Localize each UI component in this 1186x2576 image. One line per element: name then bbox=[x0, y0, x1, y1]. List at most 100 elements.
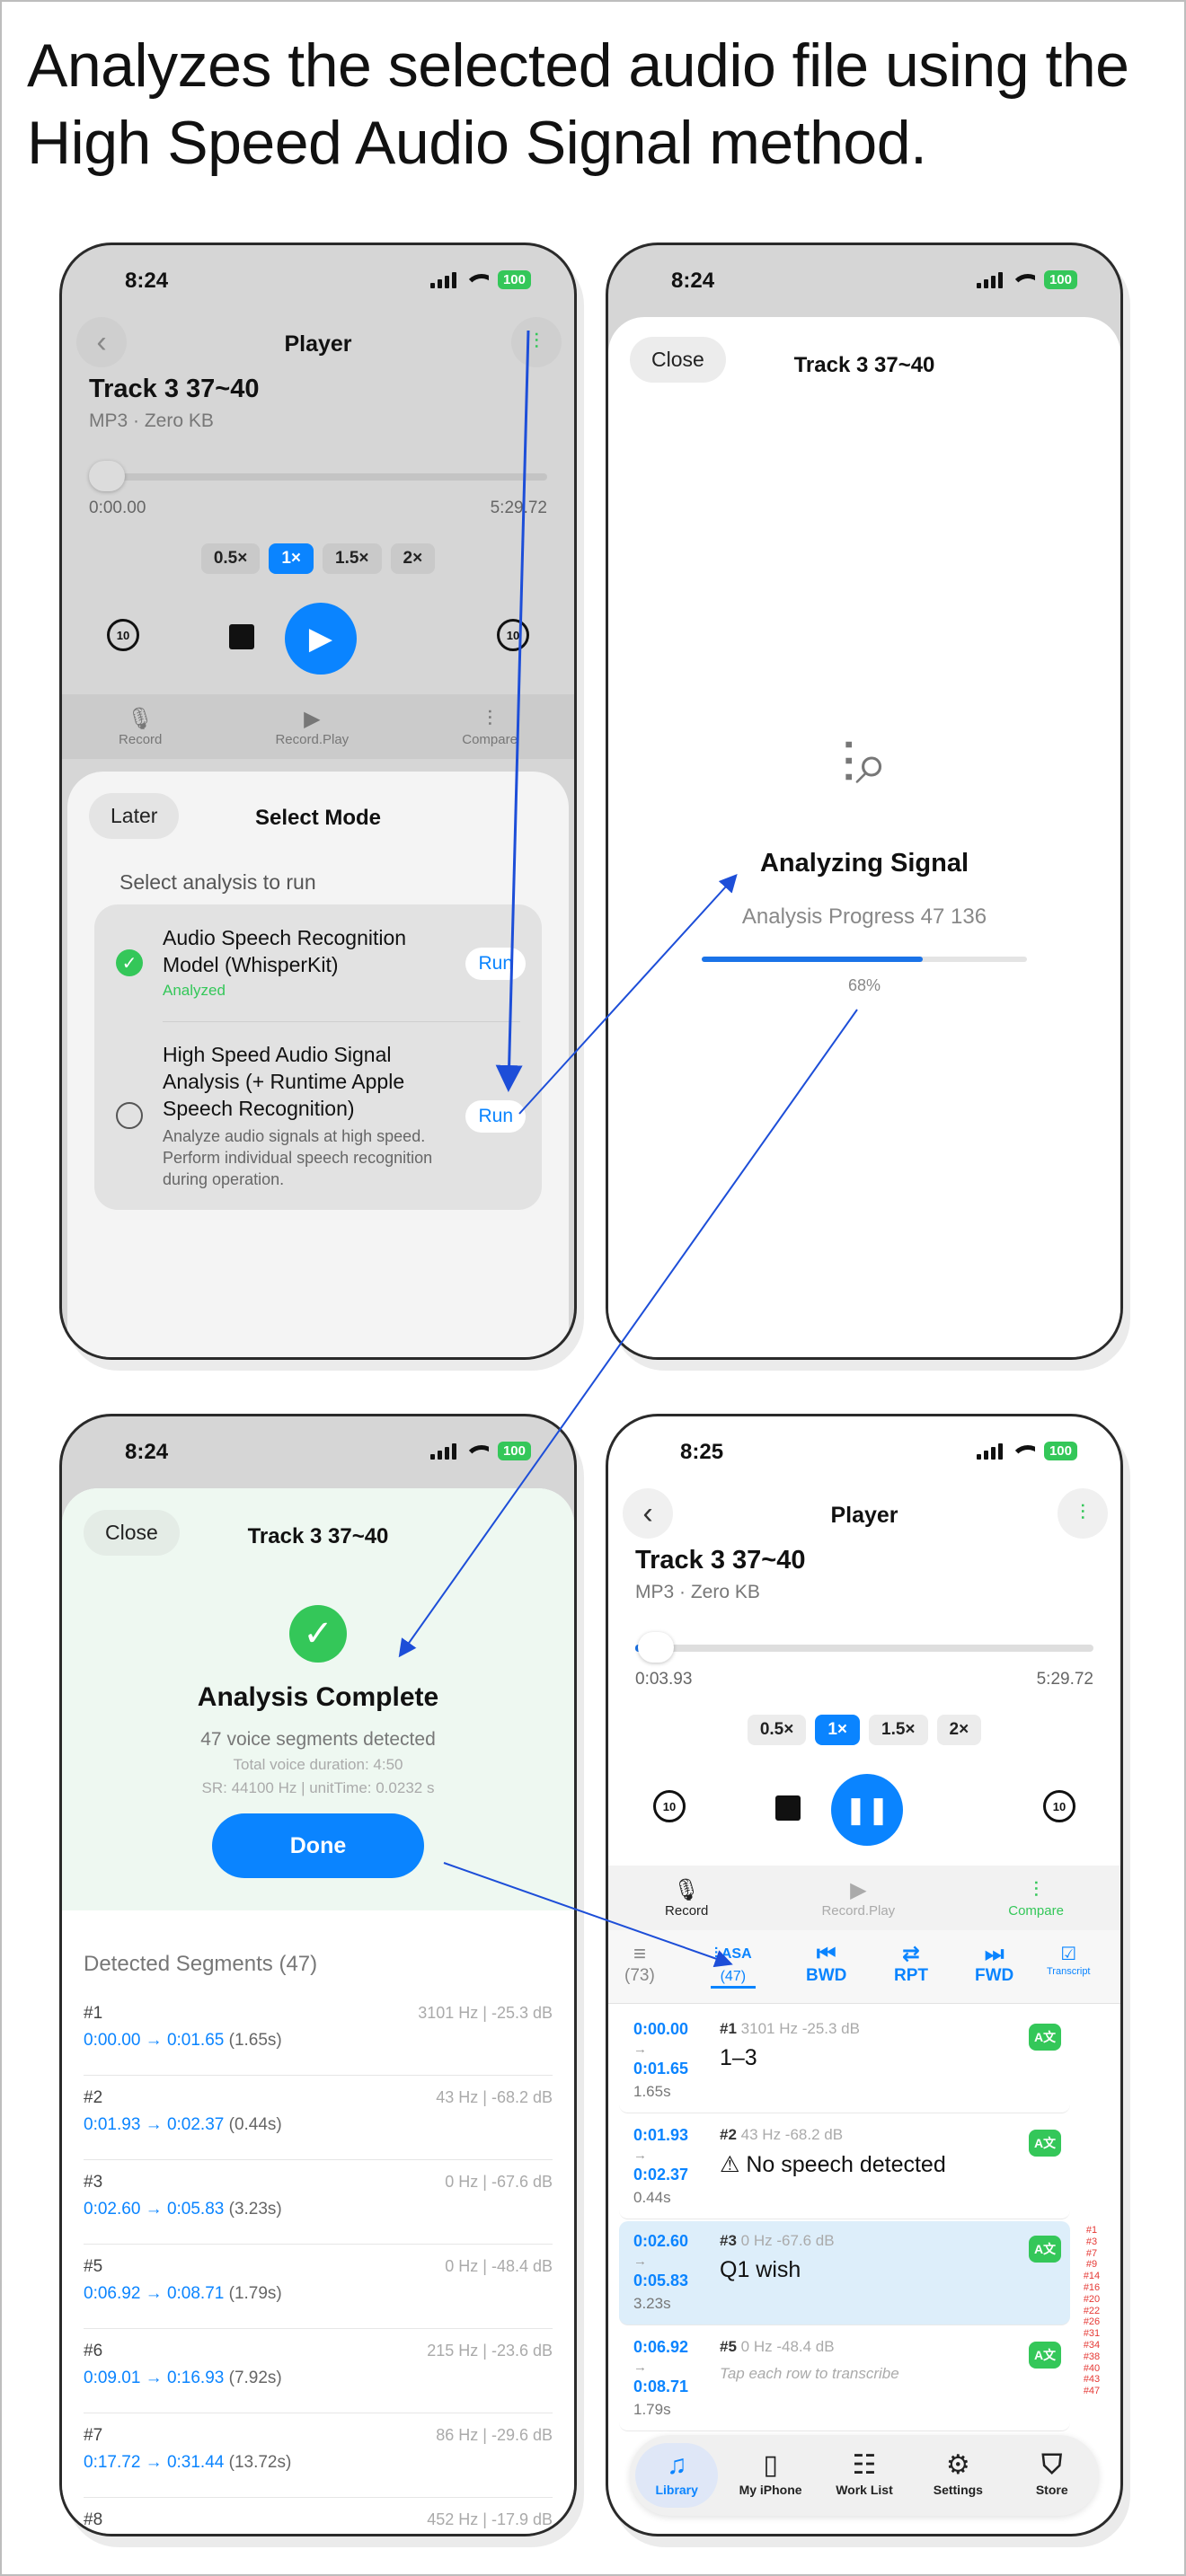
play-button[interactable]: ▶ bbox=[285, 603, 357, 675]
mic-icon: 🎙 bbox=[126, 706, 155, 731]
record-tool[interactable]: 🎙 Record bbox=[665, 1878, 708, 1919]
index-entry[interactable]: #14 bbox=[1074, 2271, 1110, 2282]
segment-range: 0:00.00 → 0:01.65 (1.65s) bbox=[84, 2031, 282, 2050]
index-entry[interactable]: #40 bbox=[1074, 2363, 1110, 2375]
forward-icon: ⏭ bbox=[984, 1942, 1005, 1966]
translate-icon[interactable]: A文 bbox=[1029, 2342, 1061, 2369]
segment-row[interactable]: #5 0 Hz | -48.4 dB 0:06.92 → 0:08.71 (1.79… bbox=[84, 2245, 553, 2329]
analysis-percent: 68% bbox=[847, 976, 881, 994]
segment-row[interactable]: #8 452 Hz | -17.9 dB bbox=[84, 2498, 553, 2534]
done-button[interactable]: Done bbox=[212, 1813, 424, 1878]
skip-forward-icon[interactable]: 10 bbox=[1043, 1790, 1075, 1822]
tab-asa[interactable]: ⫶ ASA (47) bbox=[711, 1943, 756, 1989]
segment-index-scrubber[interactable]: #1 #3 #7 #9 #14 #16 #20 #22 #26 #31 #34 #38 #40 #43 #4… bbox=[1074, 2225, 1110, 2397]
skip-back-icon[interactable]: 10 bbox=[107, 619, 139, 651]
index-entry[interactable]: #9 bbox=[1074, 2259, 1110, 2271]
analysis-progress-label: Analysis Progress 47 136 bbox=[741, 904, 987, 929]
skip-back-icon[interactable]: 10 bbox=[653, 1790, 686, 1822]
waveform-mic-icon[interactable]: ⫶ bbox=[511, 317, 562, 367]
option-high-speed[interactable]: High Speed Audio Signal Analysis (+ Runt… bbox=[163, 1041, 443, 1190]
option-whisperkit[interactable]: Audio Speech Recognition Model (WhisperK… bbox=[163, 924, 443, 1000]
segment-row[interactable]: 0:02.60 → 0:05.83 3.23s #3 0 Hz -67.6 dB Q1 w… bbox=[619, 2221, 1070, 2325]
segment-transcript: ⚠ No speech detected bbox=[720, 2152, 946, 2177]
segment-row[interactable]: #2 43 Hz | -68.2 dB 0:01.93 → 0:02.37 (0.4… bbox=[84, 2076, 553, 2160]
progress-slider[interactable] bbox=[635, 1632, 1093, 1663]
arrow-down-icon: → bbox=[633, 2148, 647, 2163]
pause-button[interactable]: ❚❚ bbox=[831, 1774, 903, 1846]
radio-unselected-icon[interactable] bbox=[116, 1102, 143, 1129]
time-total: 5:29.72 bbox=[1036, 1670, 1093, 1689]
stop-button[interactable] bbox=[775, 1795, 801, 1821]
speed-1-5x[interactable]: 1.5× bbox=[323, 543, 382, 574]
index-entry[interactable]: #7 bbox=[1074, 2248, 1110, 2260]
tabbar-work-list[interactable]: ☷ Work List bbox=[823, 2443, 906, 2508]
tab-list[interactable]: ≡ (73) bbox=[624, 1943, 655, 1986]
segment-meta: 0 Hz | -48.4 dB bbox=[445, 2257, 553, 2275]
index-entry[interactable]: #38 bbox=[1074, 2351, 1110, 2363]
index-entry[interactable]: #47 bbox=[1074, 2386, 1110, 2397]
compare-tool[interactable]: ⫶ Compare bbox=[1008, 1878, 1064, 1919]
index-entry[interactable]: #43 bbox=[1074, 2374, 1110, 2386]
transcript-toggle[interactable]: ☑ Transcript bbox=[1047, 1943, 1091, 1977]
segment-meta: #5 0 Hz -48.4 dB bbox=[720, 2338, 835, 2355]
run-button-high-speed[interactable]: Run bbox=[465, 1100, 526, 1133]
segment-number: #2 bbox=[84, 2088, 103, 2107]
total-duration: Total voice duration: 4:50 bbox=[233, 1756, 403, 1773]
slider-knob[interactable] bbox=[638, 1632, 675, 1663]
speed-1x[interactable]: 1× bbox=[269, 543, 314, 574]
segment-row[interactable]: 0:00.00 → 0:01.65 1.65s #1 3101 Hz -25.3 dB 1… bbox=[619, 2009, 1070, 2113]
tab-fwd[interactable]: ⏭ FWD bbox=[975, 1943, 1013, 1986]
track-title: Track 3 37~40 bbox=[89, 375, 260, 403]
nav-title: Player bbox=[284, 331, 352, 357]
tab-rpt[interactable]: ⇄ RPT bbox=[894, 1943, 928, 1986]
segment-range: 0:01.93 → 0:02.37 (0.44s) bbox=[84, 2115, 282, 2134]
stop-button[interactable] bbox=[229, 624, 254, 649]
tabbar-my-iphone[interactable]: ▯ My iPhone bbox=[730, 2443, 812, 2508]
index-entry[interactable]: #20 bbox=[1074, 2294, 1110, 2306]
index-entry[interactable]: #1 bbox=[1074, 2225, 1110, 2236]
skip-forward-icon[interactable]: 10 bbox=[497, 619, 529, 651]
speed-0-5x[interactable]: 0.5× bbox=[747, 1715, 807, 1745]
index-entry[interactable]: #26 bbox=[1074, 2316, 1110, 2328]
speed-2x[interactable]: 2× bbox=[390, 543, 436, 574]
compare-tool[interactable]: ⫶ Compare bbox=[462, 707, 518, 747]
index-entry[interactable]: #3 bbox=[1074, 2236, 1110, 2248]
segment-meta: 452 Hz | -17.9 dB bbox=[427, 2510, 553, 2528]
segment-row[interactable]: #1 3101 Hz | -25.3 dB 0:00.00 → 0:01.65 (1… bbox=[84, 1991, 553, 2076]
tabbar-settings[interactable]: ⚙ Settings bbox=[916, 2443, 999, 2508]
slider-knob[interactable] bbox=[89, 461, 125, 491]
signal-icon bbox=[429, 1442, 456, 1460]
segment-number: #6 bbox=[84, 2342, 103, 2360]
tabbar-library[interactable]: ♫ Library bbox=[635, 2443, 719, 2508]
segment-duration: 0.44s bbox=[633, 2189, 671, 2206]
run-button-whisperkit[interactable]: Run bbox=[465, 948, 526, 980]
wifi-icon bbox=[465, 272, 489, 288]
index-entry[interactable]: #31 bbox=[1074, 2328, 1110, 2340]
translate-icon[interactable]: A文 bbox=[1029, 2236, 1061, 2263]
progress-slider[interactable] bbox=[89, 461, 547, 491]
record-play-tool[interactable]: ▶ Record.Play bbox=[275, 707, 349, 747]
segment-row[interactable]: #7 86 Hz | -29.6 dB 0:17.72 → 0:31.44 (13.… bbox=[84, 2413, 553, 2498]
translate-icon[interactable]: A文 bbox=[1029, 2130, 1061, 2157]
segment-range: 0:17.72 → 0:31.44 (13.72s) bbox=[84, 2453, 292, 2472]
segment-row[interactable]: 0:06.92 → 0:08.71 1.79s #5 0 Hz -48.4 dB Tap … bbox=[619, 2327, 1070, 2431]
tabbar-store[interactable]: ⛉ Store bbox=[1011, 2443, 1093, 2508]
speed-1-5x[interactable]: 1.5× bbox=[869, 1715, 928, 1745]
tab-bwd[interactable]: ⏮ BWD bbox=[806, 1943, 846, 1986]
record-tool[interactable]: 🎙 Record bbox=[119, 707, 162, 747]
segment-row[interactable]: 0:01.93 → 0:02.37 0.44s #2 43 Hz -68.2 dB ⚠ N… bbox=[619, 2115, 1070, 2219]
index-entry[interactable]: #34 bbox=[1074, 2340, 1110, 2351]
record-play-tool[interactable]: ▶ Record.Play bbox=[821, 1878, 895, 1919]
index-entry[interactable]: #22 bbox=[1074, 2306, 1110, 2317]
complete-heading: Analysis Complete bbox=[197, 1682, 439, 1712]
compare-wave-icon: ⫶ bbox=[1033, 1877, 1040, 1902]
translate-icon[interactable]: A文 bbox=[1029, 2024, 1061, 2051]
segment-row[interactable]: #6 215 Hz | -23.6 dB 0:09.01 → 0:16.93 (7.… bbox=[84, 2329, 553, 2413]
speed-1x[interactable]: 1× bbox=[815, 1715, 860, 1745]
speed-2x[interactable]: 2× bbox=[936, 1715, 982, 1745]
segment-meta: 43 Hz | -68.2 dB bbox=[436, 2088, 553, 2106]
segment-row[interactable]: #3 0 Hz | -67.6 dB 0:02.60 → 0:05.83 (3.23… bbox=[84, 2160, 553, 2245]
index-entry[interactable]: #16 bbox=[1074, 2282, 1110, 2294]
speed-0-5x[interactable]: 0.5× bbox=[200, 543, 261, 574]
waveform-mic-icon[interactable]: ⫶ bbox=[1058, 1488, 1108, 1539]
